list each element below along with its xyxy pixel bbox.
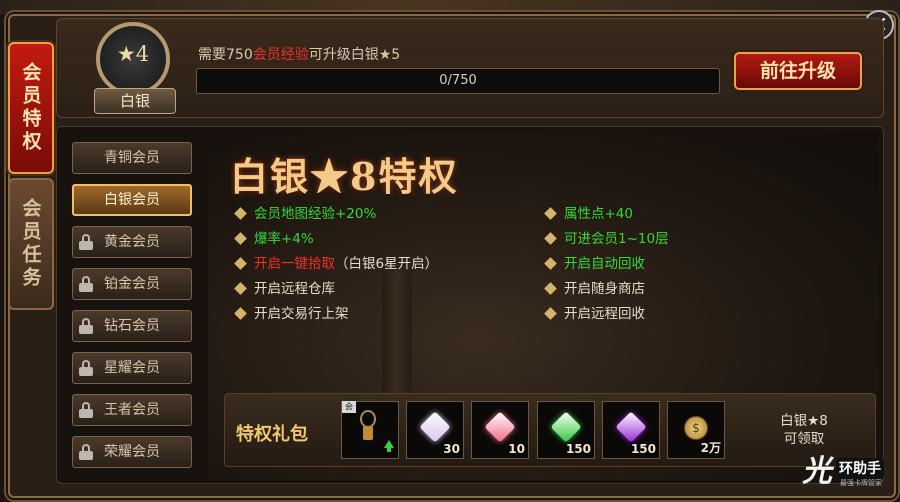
item-count: 10 xyxy=(508,442,525,456)
perk-text: 开启随身商店 xyxy=(564,281,645,297)
gift-item-slot[interactable]: 150 xyxy=(537,401,595,459)
amulet-icon xyxy=(357,410,379,440)
gift-label: 特权礼包 xyxy=(236,424,308,445)
vip-level-item[interactable]: 王者会员 xyxy=(72,394,192,426)
experience-progress-bar: 0/750 xyxy=(196,68,720,94)
diamond-bullet-icon xyxy=(234,282,247,295)
perk-text: 会员地图经验+20% xyxy=(254,206,377,222)
perk-note: （白银6星开启） xyxy=(335,256,439,272)
gift-claim-status[interactable]: 白银★8 可领取 xyxy=(760,412,848,448)
perk-item: 会员地图经验+20% xyxy=(234,204,438,229)
diamond-bullet-icon xyxy=(544,232,557,245)
requirement-suffix: 可升级白银★5 xyxy=(308,47,401,63)
green-gem-icon xyxy=(550,411,582,443)
vip-level-label: 星耀会员 xyxy=(104,360,160,376)
lock-icon xyxy=(79,360,93,376)
vip-level-list: 青铜会员白银会员黄金会员铂金会员钻石会员星耀会员王者会员荣耀会员 xyxy=(72,142,194,478)
perk-list-right: 属性点+40 可进会员1~10层 开启自动回收 开启随身商店 开启远程回收 xyxy=(544,204,669,329)
perk-list-left: 会员地图经验+20% 爆率+4% 开启一键拾取（白银6星开启） 开启远程仓库 开启交易行… xyxy=(234,204,438,329)
vip-level-label: 青铜会员 xyxy=(104,150,160,166)
claim-level: 白银★8 xyxy=(780,413,828,429)
vip-tag-icon: 会 xyxy=(342,401,356,413)
vip-level-item[interactable]: 星耀会员 xyxy=(72,352,192,384)
vip-level-item[interactable]: 青铜会员 xyxy=(72,142,192,174)
pink-diamond-icon xyxy=(484,411,516,443)
tab-label: 会员任务 xyxy=(19,198,42,290)
vip-level-item[interactable]: 黄金会员 xyxy=(72,226,192,258)
diamond-bullet-icon xyxy=(544,207,557,220)
lock-icon xyxy=(79,402,93,418)
watermark-subtitle: 最强卡牌管家 xyxy=(840,479,882,487)
perk-item: 开启远程仓库 xyxy=(234,279,438,304)
vip-level-label: 钻石会员 xyxy=(104,318,160,334)
privilege-title: 白银★8特权 xyxy=(230,154,459,199)
gift-item-slot[interactable]: 30 xyxy=(406,401,464,459)
lock-icon xyxy=(79,444,93,460)
tab-vip-privileges[interactable]: 会员特权 xyxy=(8,42,54,174)
purple-diamond-icon xyxy=(419,411,451,443)
item-count: 150 xyxy=(630,442,656,456)
progress-text: 0/750 xyxy=(439,73,477,88)
perk-text: 爆率+4% xyxy=(254,231,314,247)
vip-level-label: 王者会员 xyxy=(104,402,160,418)
perk-text: 开启远程回收 xyxy=(564,306,645,322)
requirement-prefix: 需要750 xyxy=(198,47,253,63)
perk-text: 属性点+40 xyxy=(564,206,633,222)
vip-level-item[interactable]: 白银会员 xyxy=(72,184,192,216)
item-count: 150 xyxy=(565,442,591,456)
perk-text: 开启远程仓库 xyxy=(254,281,335,297)
vip-level-label: 荣耀会员 xyxy=(104,444,160,460)
diamond-bullet-icon xyxy=(234,257,247,270)
badge-star-level: ★4 xyxy=(116,42,150,66)
gift-item-slot[interactable]: $2万 xyxy=(667,401,725,459)
diamond-bullet-icon xyxy=(234,232,247,245)
perk-text: 开启一键拾取 xyxy=(254,256,335,272)
lock-icon xyxy=(79,276,93,292)
item-count: 30 xyxy=(443,442,460,456)
vip-level-item[interactable]: 钻石会员 xyxy=(72,310,192,342)
upgrade-requirement: 需要750会员经验可升级白银★5 xyxy=(198,44,400,64)
perk-item: 开启随身商店 xyxy=(544,279,669,304)
watermark-logo: 光 环助手 最强卡牌管家 xyxy=(800,452,894,494)
item-count: 2万 xyxy=(700,441,721,455)
badge-rank-label: 白银 xyxy=(94,88,176,114)
purple-gem-icon xyxy=(615,411,647,443)
diamond-bullet-icon xyxy=(234,207,247,220)
perk-text: 可进会员1~10层 xyxy=(564,231,669,247)
vip-level-item[interactable]: 荣耀会员 xyxy=(72,436,192,468)
gift-item-slot[interactable]: 150 xyxy=(602,401,660,459)
lock-icon xyxy=(79,318,93,334)
gift-item-slot[interactable]: 10 xyxy=(471,401,529,459)
perk-item: 开启自动回收 xyxy=(544,254,669,279)
perk-text: 开启交易行上架 xyxy=(254,306,349,322)
vip-rank-badge: ★4 白银 xyxy=(88,20,182,114)
vip-level-label: 白银会员 xyxy=(104,192,160,208)
tab-label: 会员特权 xyxy=(19,62,42,154)
upgrade-arrow-icon xyxy=(384,440,394,452)
diamond-bullet-icon xyxy=(234,307,247,320)
vip-level-label: 铂金会员 xyxy=(104,276,160,292)
perk-item: 开启远程回收 xyxy=(544,304,669,329)
diamond-bullet-icon xyxy=(544,307,557,320)
perk-item: 属性点+40 xyxy=(544,204,669,229)
go-upgrade-button[interactable]: 前往升级 xyxy=(734,52,862,90)
perk-item: 爆率+4% xyxy=(234,229,438,254)
gold-coin-icon: $ xyxy=(684,416,708,440)
perk-text: 开启自动回收 xyxy=(564,256,645,272)
perk-item: 开启交易行上架 xyxy=(234,304,438,329)
diamond-bullet-icon xyxy=(544,282,557,295)
vip-level-label: 黄金会员 xyxy=(104,234,160,250)
requirement-highlight: 会员经验 xyxy=(252,47,309,63)
diamond-bullet-icon xyxy=(544,257,557,270)
perk-item: 开启一键拾取（白银6星开启） xyxy=(234,254,438,279)
perk-item: 可进会员1~10层 xyxy=(544,229,669,254)
watermark-brand: 环助手 xyxy=(836,458,884,478)
lock-icon xyxy=(79,234,93,250)
vip-level-item[interactable]: 铂金会员 xyxy=(72,268,192,300)
tab-vip-tasks[interactable]: 会员任务 xyxy=(8,178,54,310)
claim-status: 可领取 xyxy=(783,431,825,447)
